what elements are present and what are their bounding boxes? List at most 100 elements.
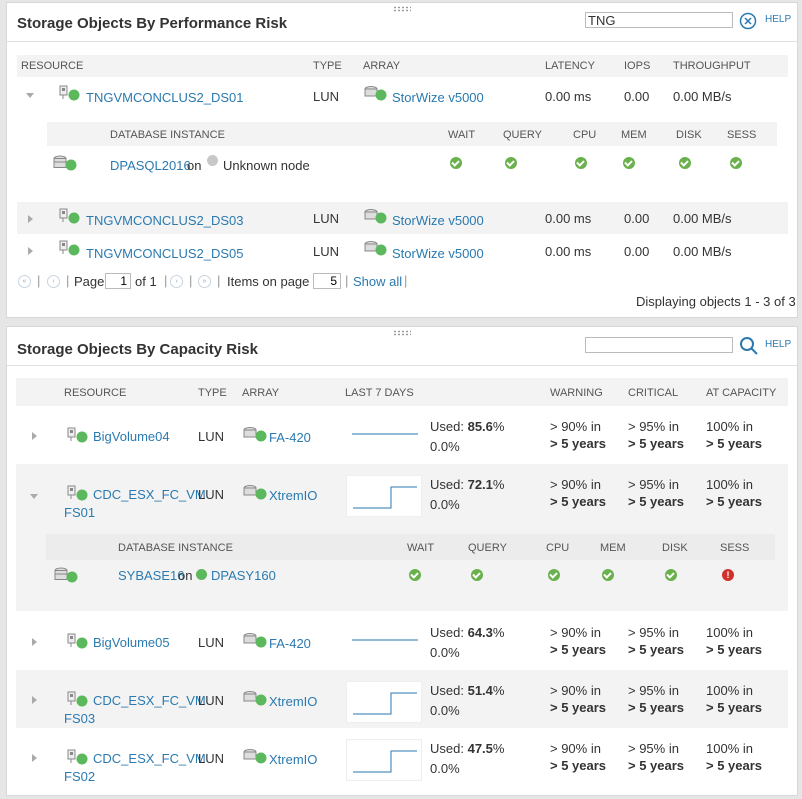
instance-link[interactable]: DPASQL2016 [110,158,191,173]
iops-cell: 0.00 [624,211,650,226]
clear-search-icon[interactable] [739,12,757,30]
warning-line2: > 5 years [550,436,607,451]
page-input[interactable] [105,273,131,289]
capacity-line2: > 5 years [706,642,763,657]
expand-toggle-icon[interactable] [28,247,33,255]
wait-ok-icon [409,569,421,581]
array-link[interactable]: FA-420 [269,636,311,651]
help-link[interactable]: HELP [765,339,791,350]
node-link[interactable]: DPASY160 [211,568,276,583]
array-status-icon [243,691,267,706]
array-link[interactable]: XtremIO [269,694,317,709]
database-icon [53,155,77,171]
col-sess: SESS [720,542,750,554]
resource-link[interactable]: TNGVMCONCLUS2_DS05 [86,246,244,261]
col-last-7-days[interactable]: LAST 7 DAYS [345,387,414,399]
array-link[interactable]: XtremIO [269,752,317,767]
col-array[interactable]: ARRAY [363,60,400,72]
col-latency[interactable]: LATENCY [545,60,595,72]
first-page-icon[interactable]: « [18,275,31,288]
array-link[interactable]: StorWize v5000 [392,90,484,105]
help-link[interactable]: HELP [765,14,791,25]
lun-status-icon [67,633,88,649]
drag-handle[interactable] [393,6,411,12]
display-count: Displaying objects 1 - 3 of 3 [636,294,796,309]
warning-line1: > 90% in [550,419,601,434]
divider [7,41,797,42]
col-query: QUERY [503,129,542,141]
used-unit: % [492,683,505,698]
critical-line2: > 5 years [628,642,685,657]
usage-sparkline [346,739,422,781]
items-per-page-input[interactable] [313,273,341,289]
warning-line2: > 5 years [550,494,607,509]
collapse-toggle-icon[interactable] [26,93,34,98]
expand-toggle-icon[interactable] [32,696,37,704]
array-link[interactable]: StorWize v5000 [392,246,484,261]
panel-title: Storage Objects By Capacity Risk [17,341,258,358]
col-iops[interactable]: IOPS [624,60,650,72]
used-delta: 0.0% [430,703,460,718]
expand-toggle-icon[interactable] [32,432,37,440]
col-type[interactable]: TYPE [198,387,227,399]
col-resource[interactable]: RESOURCE [64,387,126,399]
used-value: 72.1 [467,477,493,492]
throughput-cell: 0.00 MB/s [673,244,732,259]
col-sess: SESS [727,129,757,141]
col-critical[interactable]: CRITICAL [628,387,678,399]
expand-toggle-icon[interactable] [28,215,33,223]
warning-line1: > 90% in [550,683,601,698]
resource-link[interactable]: BigVolume04 [93,429,170,444]
array-link[interactable]: XtremIO [269,488,317,503]
used-delta: 0.0% [430,645,460,660]
warning-line1: > 90% in [550,625,601,640]
col-mem: MEM [600,542,626,554]
drag-handle[interactable] [393,330,411,336]
warning-line2: > 5 years [550,700,607,715]
capacity-line1: 100% in [706,625,753,640]
on-label: on [178,568,193,583]
resource-link-cont[interactable]: FS01 [64,505,95,520]
array-link[interactable]: FA-420 [269,430,311,445]
prev-page-icon[interactable]: ‹ [47,275,60,288]
sess-ok-icon [730,157,742,169]
search-icon[interactable] [739,336,759,356]
search-input[interactable] [585,12,733,28]
resource-link[interactable]: BigVolume05 [93,635,170,650]
query-ok-icon [505,157,517,169]
used-unit: % [492,477,505,492]
type-cell: LUN [198,429,225,444]
used-label: Used: 72.1% [430,477,505,492]
resource-link[interactable]: CDC_ESX_FC_VM [93,487,206,502]
resource-link[interactable]: CDC_ESX_FC_VM [93,693,206,708]
col-array[interactable]: ARRAY [242,387,279,399]
array-link[interactable]: StorWize v5000 [392,213,484,228]
expand-toggle-icon[interactable] [32,754,37,762]
col-warning[interactable]: WARNING [550,387,603,399]
node-status-icon [196,569,207,580]
collapse-toggle-icon[interactable] [30,494,38,499]
resource-link-cont[interactable]: FS02 [64,769,95,784]
resource-link[interactable]: CDC_ESX_FC_VM [93,751,206,766]
col-type[interactable]: TYPE [313,60,342,72]
resource-link-cont[interactable]: FS03 [64,711,95,726]
instance-link[interactable]: SYBASE16 [118,568,185,583]
col-throughput[interactable]: THROUGHPUT [673,60,751,72]
col-database-instance: DATABASE INSTANCE [110,129,225,141]
col-resource[interactable]: RESOURCE [21,60,83,72]
show-all-link[interactable]: Show all [353,274,402,289]
col-at-capacity[interactable]: AT CAPACITY [706,387,776,399]
divider [7,365,797,366]
node-status-icon [207,155,218,166]
last-page-icon[interactable]: » [198,275,211,288]
resource-link[interactable]: TNGVMCONCLUS2_DS03 [86,213,244,228]
next-page-icon[interactable]: › [170,275,183,288]
page-label: Page [74,274,105,289]
expand-toggle-icon[interactable] [32,638,37,646]
critical-line2: > 5 years [628,758,685,773]
resource-link[interactable]: TNGVMCONCLUS2_DS01 [86,90,244,105]
search-input[interactable] [585,337,733,353]
used-label: Used: 64.3% [430,625,505,640]
wait-ok-icon [450,157,462,169]
used-label: Used: 51.4% [430,683,505,698]
